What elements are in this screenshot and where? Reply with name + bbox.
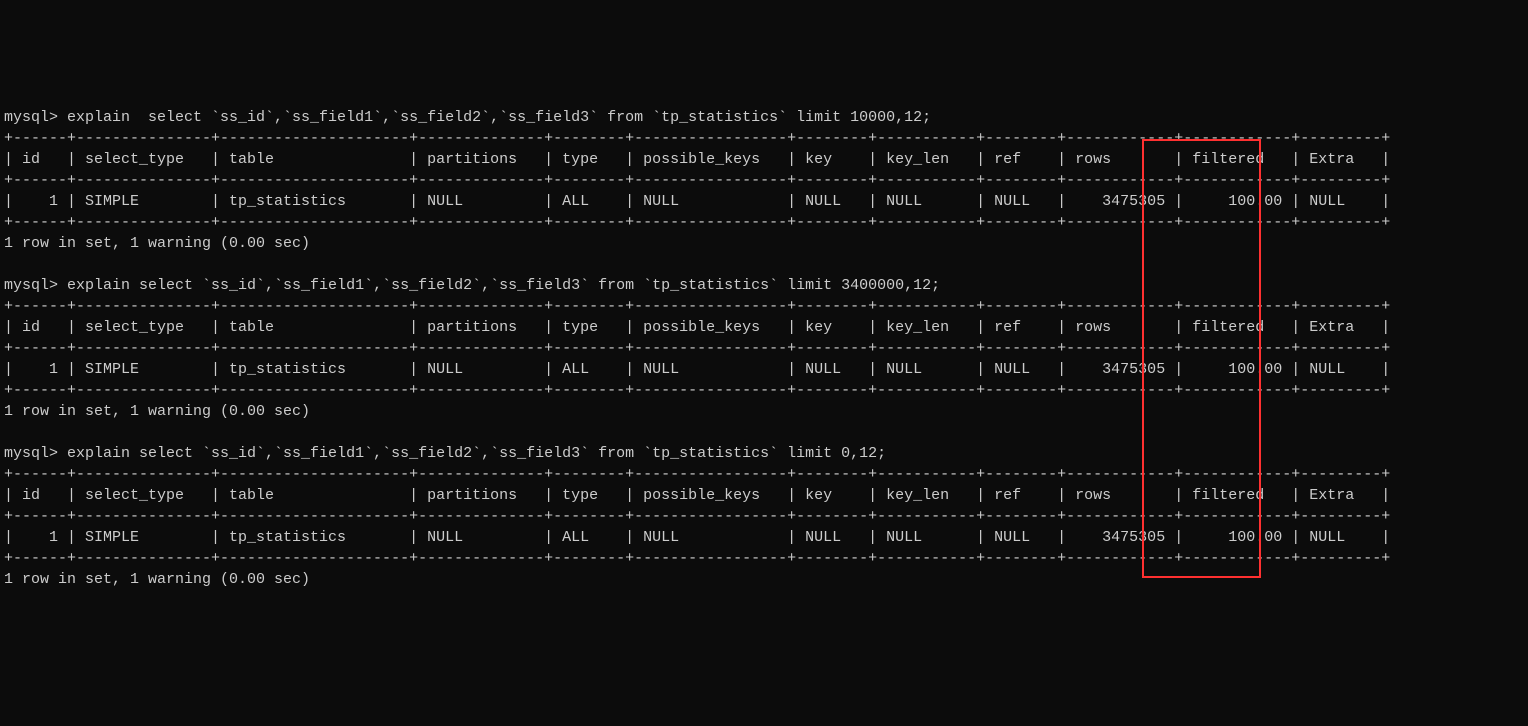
table-separator: +------+---------------+----------------… xyxy=(4,214,1390,231)
table-row: | 1 | SIMPLE | tp_statistics | NULL | AL… xyxy=(4,193,1390,210)
table-separator: +------+---------------+----------------… xyxy=(4,550,1390,567)
table-separator: +------+---------------+----------------… xyxy=(4,340,1390,357)
table-separator: +------+---------------+----------------… xyxy=(4,508,1390,525)
command-line: mysql> explain select `ss_id`,`ss_field1… xyxy=(4,107,1528,128)
mysql-prompt: mysql> xyxy=(4,277,58,294)
table-separator: +------+---------------+----------------… xyxy=(4,466,1390,483)
table-separator: +------+---------------+----------------… xyxy=(4,382,1390,399)
mysql-prompt: mysql> xyxy=(4,109,58,126)
table-separator: +------+---------------+----------------… xyxy=(4,172,1390,189)
table-header-row: | id | select_type | table | partitions … xyxy=(4,319,1390,336)
terminal-output[interactable]: mysql> explain select `ss_id`,`ss_field1… xyxy=(0,105,1528,621)
status-line: 1 row in set, 1 warning (0.00 sec) xyxy=(4,403,310,420)
table-separator: +------+---------------+----------------… xyxy=(4,130,1390,147)
table-header-row: | id | select_type | table | partitions … xyxy=(4,487,1390,504)
table-row: | 1 | SIMPLE | tp_statistics | NULL | AL… xyxy=(4,361,1390,378)
command-line: mysql> explain select `ss_id`,`ss_field1… xyxy=(4,275,1528,296)
mysql-prompt: mysql> xyxy=(4,445,58,462)
table-header-row: | id | select_type | table | partitions … xyxy=(4,151,1390,168)
status-line: 1 row in set, 1 warning (0.00 sec) xyxy=(4,571,310,588)
table-row: | 1 | SIMPLE | tp_statistics | NULL | AL… xyxy=(4,529,1390,546)
status-line: 1 row in set, 1 warning (0.00 sec) xyxy=(4,235,310,252)
sql-command: explain select `ss_id`,`ss_field1`,`ss_f… xyxy=(58,277,940,294)
sql-command: explain select `ss_id`,`ss_field1`,`ss_f… xyxy=(58,445,886,462)
sql-command: explain select `ss_id`,`ss_field1`,`ss_f… xyxy=(58,109,931,126)
table-separator: +------+---------------+----------------… xyxy=(4,298,1390,315)
command-line: mysql> explain select `ss_id`,`ss_field1… xyxy=(4,443,1528,464)
